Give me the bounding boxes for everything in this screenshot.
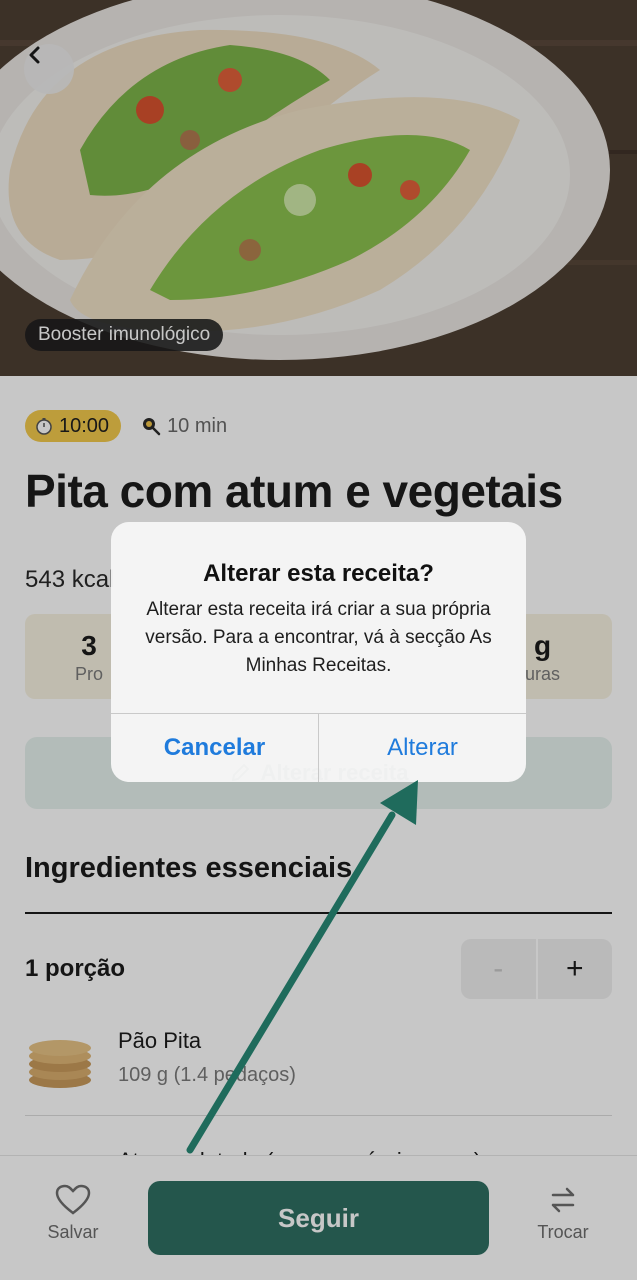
dialog-confirm-button[interactable]: Alterar bbox=[319, 713, 526, 782]
dialog-title: Alterar esta receita? bbox=[203, 560, 434, 587]
alter-recipe-dialog: Alterar esta receita? Alterar esta recei… bbox=[111, 522, 526, 782]
dialog-cancel-button[interactable]: Cancelar bbox=[111, 713, 318, 782]
dialog-message: Alterar esta receita irá criar a sua pró… bbox=[145, 599, 492, 676]
